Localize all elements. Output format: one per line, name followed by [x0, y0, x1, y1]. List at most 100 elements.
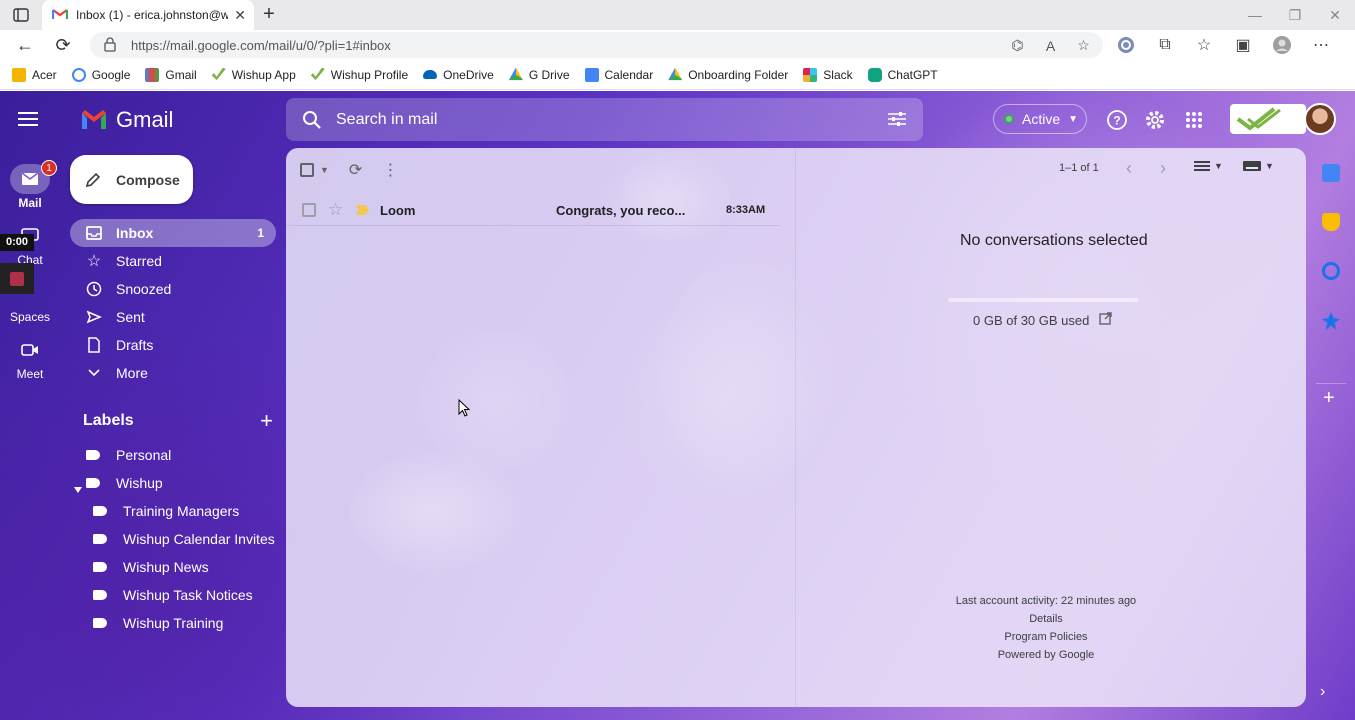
- label-item-wishup-news[interactable]: Wishup News: [70, 553, 276, 581]
- favorites-icon[interactable]: ☆: [1192, 33, 1216, 57]
- gmail-app: 1 Mail Chat Spaces Meet 0:00 Gmail Compo…: [0, 91, 1355, 720]
- rail-meet[interactable]: Meet: [0, 335, 60, 381]
- split-pane-toggle[interactable]: ▼: [1194, 160, 1223, 172]
- recording-control[interactable]: [0, 263, 34, 294]
- nav-label: Inbox: [116, 225, 154, 241]
- important-marker-icon[interactable]: [356, 205, 369, 215]
- bookmark-wishup-app[interactable]: Wishup App: [211, 67, 296, 82]
- input-tools-toggle[interactable]: ▼: [1243, 160, 1274, 172]
- account-avatar[interactable]: [1304, 103, 1336, 135]
- nav-item-sent[interactable]: Sent: [70, 303, 276, 331]
- bookmark-acer[interactable]: Acer: [12, 67, 57, 82]
- bookmark-wishup-profile[interactable]: Wishup Profile: [310, 67, 409, 82]
- bookmark-gmail[interactable]: Gmail: [145, 67, 197, 82]
- bookmark-google[interactable]: Google: [71, 67, 130, 82]
- label-item-personal[interactable]: Personal: [70, 441, 276, 469]
- address-bar-row: ← ⟳ https://mail.google.com/mail/u/0/?pl…: [0, 30, 1355, 60]
- label-item-wishup-calendar-invites[interactable]: Wishup Calendar Invites: [70, 525, 276, 553]
- storage-meter: [948, 298, 1138, 302]
- bookmark-gdrive[interactable]: G Drive: [508, 67, 570, 82]
- label-item-wishup-task-notices[interactable]: Wishup Task Notices: [70, 581, 276, 609]
- extensions-icon[interactable]: ⧉: [1153, 33, 1177, 57]
- get-addons-icon[interactable]: +: [1323, 387, 1335, 410]
- email-row[interactable]: ☆ Loom Congrats, you reco... 8:33AM: [286, 194, 780, 226]
- bookmark-chatgpt[interactable]: ChatGPT: [867, 67, 938, 82]
- gdrive-icon: [508, 67, 523, 81]
- nav-label: Starred: [116, 253, 162, 269]
- status-selector[interactable]: Active ▼: [993, 104, 1087, 134]
- read-aloud-icon[interactable]: A: [1041, 36, 1060, 55]
- restore-icon[interactable]: ❐: [1275, 0, 1315, 30]
- label-text: Wishup News: [123, 559, 209, 575]
- program-policies-link[interactable]: Program Policies: [926, 628, 1166, 646]
- storage-text: 0 GB of 30 GB used: [973, 312, 1090, 328]
- bookmark-label: Wishup Profile: [330, 67, 409, 82]
- google-apps-icon[interactable]: [1182, 108, 1206, 132]
- workspace-account-badge[interactable]: [1230, 104, 1306, 134]
- url-field[interactable]: https://mail.google.com/mail/u/0/?pli=1#…: [90, 32, 1103, 58]
- settings-gear-icon[interactable]: [1143, 108, 1167, 132]
- show-side-panel-icon[interactable]: ›: [1320, 683, 1325, 701]
- compose-button[interactable]: Compose: [70, 155, 193, 204]
- nav-item-inbox[interactable]: Inbox 1: [70, 219, 276, 247]
- minimize-icon[interactable]: —: [1235, 0, 1275, 30]
- keyboard-icon: [1243, 161, 1261, 171]
- support-icon[interactable]: ?: [1105, 108, 1129, 132]
- profile-icon[interactable]: [1270, 33, 1294, 57]
- label-item-wishup[interactable]: Wishup: [70, 469, 276, 497]
- nav-item-starred[interactable]: ☆ Starred: [70, 247, 276, 275]
- calendar-addon-icon[interactable]: [1322, 164, 1340, 182]
- gmail-favicon-icon: [51, 8, 69, 22]
- tab-actions-icon[interactable]: [8, 5, 34, 25]
- new-tab-button[interactable]: +: [258, 3, 280, 25]
- svg-text:?: ?: [1113, 114, 1120, 128]
- close-tab-icon[interactable]: ✕: [234, 7, 246, 24]
- create-label-icon[interactable]: +: [260, 408, 273, 434]
- label-item-wishup-training[interactable]: Wishup Training: [70, 609, 276, 637]
- tasks-addon-icon[interactable]: [1322, 262, 1340, 280]
- bookmark-onboarding-folder[interactable]: Onboarding Folder: [668, 67, 788, 82]
- row-checkbox[interactable]: [302, 203, 316, 217]
- chevron-right-icon[interactable]: ›: [1160, 158, 1166, 179]
- bookmark-onedrive[interactable]: OneDrive: [423, 68, 494, 82]
- chevron-left-icon[interactable]: ‹: [1126, 158, 1132, 179]
- search-bar[interactable]: Search in mail: [286, 98, 923, 141]
- powered-by-link[interactable]: Powered by Google: [926, 646, 1166, 664]
- keep-addon-icon[interactable]: [1322, 213, 1340, 231]
- nav-label: Drafts: [116, 337, 154, 353]
- grammarly-icon[interactable]: [1114, 33, 1138, 57]
- collections-icon[interactable]: ▣: [1231, 33, 1255, 57]
- back-icon[interactable]: ←: [12, 33, 38, 57]
- bookmark-calendar[interactable]: Calendar: [584, 67, 653, 82]
- search-icon[interactable]: [302, 110, 322, 133]
- bookmark-slack[interactable]: Slack: [803, 67, 853, 82]
- account-footer: Last account activity: 22 minutes ago De…: [926, 592, 1166, 664]
- gmail-m-icon: [82, 110, 106, 129]
- nav-item-snoozed[interactable]: Snoozed: [70, 275, 276, 303]
- nav-item-drafts[interactable]: Drafts: [70, 331, 276, 359]
- search-options-icon[interactable]: [887, 110, 907, 131]
- details-link[interactable]: Details: [926, 610, 1166, 628]
- nav-item-more[interactable]: More: [70, 359, 276, 387]
- refresh-icon[interactable]: ⟳: [349, 160, 362, 180]
- star-icon[interactable]: ☆: [328, 200, 343, 220]
- main-menu-icon[interactable]: [18, 111, 42, 129]
- search-input[interactable]: Search in mail: [336, 111, 437, 129]
- select-all-checkbox[interactable]: ▼: [300, 163, 329, 177]
- lock-icon[interactable]: [104, 37, 116, 55]
- close-window-icon[interactable]: ✕: [1315, 0, 1355, 30]
- app-available-icon[interactable]: ⌬: [1008, 36, 1027, 55]
- open-in-new-icon[interactable]: [1099, 312, 1113, 328]
- collapse-caret-icon[interactable]: [74, 480, 82, 496]
- favorite-add-icon[interactable]: ☆: [1074, 36, 1093, 55]
- rail-mail[interactable]: 1 Mail: [0, 160, 60, 210]
- refresh-icon[interactable]: ⟳: [50, 33, 76, 57]
- labels-list: Personal Wishup Training Managers Wishup…: [70, 441, 276, 637]
- onedrive-cloud-icon: [423, 70, 438, 79]
- more-vert-icon[interactable]: ⋮: [382, 160, 398, 180]
- stop-recording-icon[interactable]: [10, 271, 24, 286]
- more-options-icon[interactable]: ⋯: [1309, 33, 1333, 57]
- gmail-logo[interactable]: Gmail: [80, 107, 173, 133]
- browser-tab-gmail[interactable]: Inbox (1) - erica.johnston@wishu ✕: [42, 0, 254, 30]
- label-item-training-managers[interactable]: Training Managers: [70, 497, 276, 525]
